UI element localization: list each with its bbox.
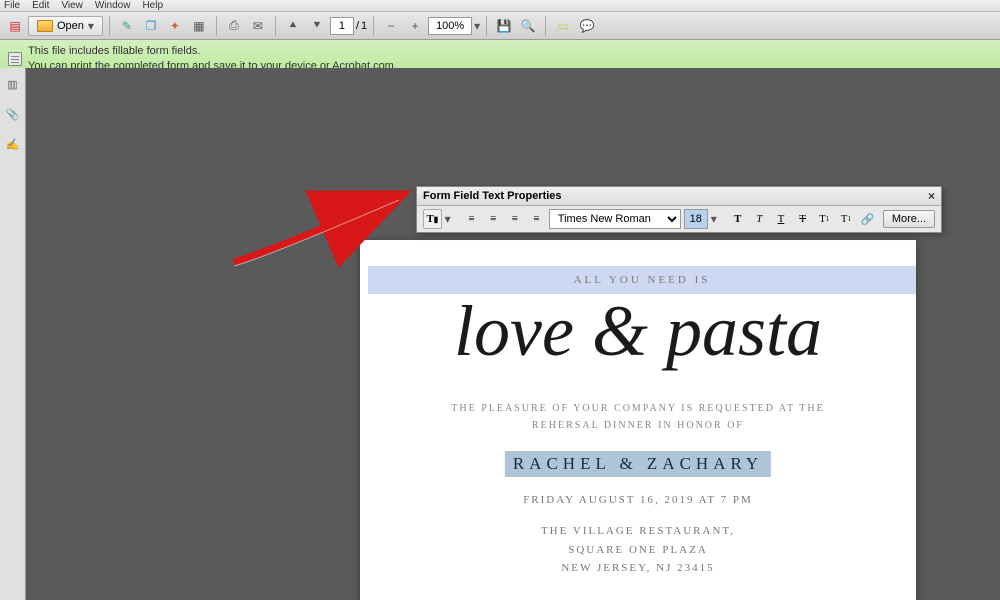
address-line-3: NEW JERSEY, NJ 23415 [360,559,916,578]
zoom-in-icon[interactable]: + [404,15,426,37]
pleasure-line-2: REHERSAL DINNER IN HONOR OF [360,417,916,434]
notice-line-1: This file includes fillable form fields. [28,44,397,59]
menu-help[interactable]: Help [142,0,163,11]
page-total: 1 [361,20,367,32]
main-toolbar: ▤ Open ▾ ✎ ❐ ✦ ▦ ⎙ ✉ ⯅ ⯆ / 1 − + ▾ 💾 🔍 ▭… [0,12,1000,40]
document-canvas[interactable]: ALL YOU NEED IS love & pasta THE PLEASUR… [26,68,1000,600]
form-field-text-properties-panel: Form Field Text Properties × T▮ ▾ ≡ ≡ ≡ … [416,186,942,233]
font-size-input[interactable] [684,209,708,229]
font-family-select[interactable]: Times New Roman [549,209,681,229]
attachments-icon[interactable]: 📎 [5,106,21,122]
align-right-icon[interactable]: ≡ [506,209,525,229]
subscript-icon[interactable]: T1 [837,209,856,229]
print-icon[interactable]: ⎙ [223,15,245,37]
page-separator: / [356,20,359,32]
underline-icon[interactable]: T [772,209,791,229]
pages-panel-icon[interactable]: ▥ [5,76,21,92]
more-button[interactable]: More... [883,210,935,228]
create-pdf-icon[interactable]: ✎ [116,15,138,37]
menu-view[interactable]: View [61,0,83,11]
props-panel-title: Form Field Text Properties [423,190,562,202]
zoom-out-icon[interactable]: − [380,15,402,37]
chevron-down-icon[interactable]: ▾ [445,212,451,226]
menu-file[interactable]: File [4,0,20,11]
italic-icon[interactable]: T [750,209,769,229]
pdf-icon[interactable]: ▤ [4,15,26,37]
workspace: ▥ 📎 ✍ ALL YOU NEED IS love & pasta THE P… [0,68,1000,600]
page-number-input[interactable] [330,17,354,35]
next-page-icon[interactable]: ⯆ [306,15,328,37]
invitation-datetime: FRIDAY AUGUST 16, 2019 AT 7 PM [360,494,916,506]
form-icon [8,52,22,66]
pdf-page: ALL YOU NEED IS love & pasta THE PLEASUR… [360,240,916,600]
highlight-icon[interactable]: ▭ [552,15,574,37]
open-label: Open [57,20,84,32]
menu-window[interactable]: Window [95,0,131,11]
zoom-dropdown-icon[interactable]: ▾ [474,19,480,33]
address-line-2: SQUARE ONE PLAZA [360,541,916,560]
comment-icon[interactable]: 💬 [576,15,598,37]
search-icon[interactable]: 🔍 [517,15,539,37]
invitation-names-field[interactable]: RACHEL & ZACHARY [505,451,771,477]
signatures-icon[interactable]: ✍ [5,136,21,152]
prev-page-icon[interactable]: ⯅ [282,15,304,37]
pleasure-line-1: THE PLEASURE OF YOUR COMPANY IS REQUESTE… [360,400,916,417]
address-line-1: THE VILLAGE RESTAURANT, [360,522,916,541]
dropdown-icon: ▾ [88,19,94,33]
size-dropdown-icon[interactable]: ▾ [711,212,717,226]
collaborate-icon[interactable]: ✦ [164,15,186,37]
save-icon[interactable]: 💾 [493,15,515,37]
align-center-icon[interactable]: ≡ [484,209,503,229]
menu-bar: File Edit View Window Help [0,0,1000,12]
invitation-script-title: love & pasta [360,290,916,373]
zoom-input[interactable] [428,17,472,35]
align-left-icon[interactable]: ≡ [462,209,481,229]
superscript-icon[interactable]: T1 [815,209,834,229]
email-icon[interactable]: ✉ [247,15,269,37]
bold-icon[interactable]: T [728,209,747,229]
link-icon[interactable]: 🔗 [858,209,877,229]
secure-icon[interactable]: ▦ [188,15,210,37]
nav-sidebar: ▥ 📎 ✍ [0,68,26,600]
folder-icon [37,20,53,32]
invitation-address: THE VILLAGE RESTAURANT, SQUARE ONE PLAZA… [360,522,916,578]
menu-edit[interactable]: Edit [32,0,49,11]
combine-icon[interactable]: ❐ [140,15,162,37]
open-button[interactable]: Open ▾ [28,16,103,36]
close-icon[interactable]: × [928,189,935,203]
invitation-pleasure-text: THE PLEASURE OF YOUR COMPANY IS REQUESTE… [360,400,916,434]
strikethrough-icon[interactable]: T [793,209,812,229]
text-color-icon[interactable]: T▮ [423,209,442,229]
align-justify-icon[interactable]: ≡ [527,209,546,229]
